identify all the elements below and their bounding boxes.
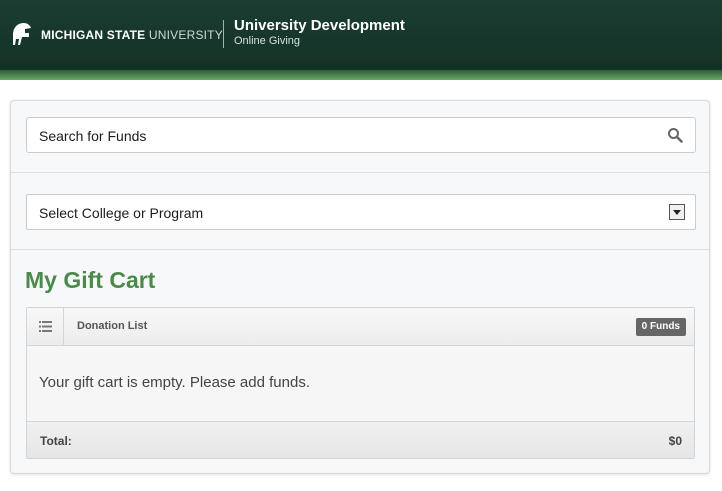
site-header: MICHIGAN STATE UNIVERSITY University Dev… — [0, 0, 722, 80]
department-title[interactable]: University Development — [234, 17, 405, 34]
divider — [11, 249, 709, 250]
gift-cart-title: My Gift Cart — [25, 267, 156, 293]
funds-count-badge: 0 Funds — [635, 318, 686, 336]
total-value: $0 — [668, 434, 682, 448]
dropdown-arrow-icon[interactable] — [669, 204, 685, 220]
cart-header: Donation List 0 Funds — [27, 308, 694, 346]
header-divider — [223, 20, 224, 48]
list-icon — [39, 321, 52, 332]
total-label: Total: — [40, 434, 72, 448]
cart-footer: Total: $0 — [27, 421, 694, 458]
header-accent-stripe — [0, 70, 722, 80]
donation-list-label: Donation List — [77, 320, 148, 332]
spartan-helmet-icon[interactable] — [10, 21, 32, 47]
university-wordmark[interactable]: MICHIGAN STATE UNIVERSITY — [41, 28, 223, 42]
giving-panel: Search for Funds Select College or Progr… — [10, 100, 710, 474]
college-program-select[interactable]: Select College or Program — [26, 194, 696, 230]
university-name-bold: MICHIGAN STATE — [41, 28, 146, 42]
fund-search-input[interactable]: Search for Funds — [26, 117, 696, 153]
list-toggle[interactable] — [27, 308, 64, 345]
divider — [11, 172, 709, 173]
search-icon[interactable] — [667, 127, 683, 143]
search-label: Search for Funds — [39, 128, 147, 144]
empty-cart-message: Your gift cart is empty. Please add fund… — [39, 374, 310, 391]
department-subtitle: Online Giving — [234, 35, 301, 47]
select-value: Select College or Program — [39, 205, 204, 221]
university-name-light: UNIVERSITY — [148, 28, 223, 42]
gift-cart: Donation List 0 Funds Your gift cart is … — [26, 307, 695, 459]
